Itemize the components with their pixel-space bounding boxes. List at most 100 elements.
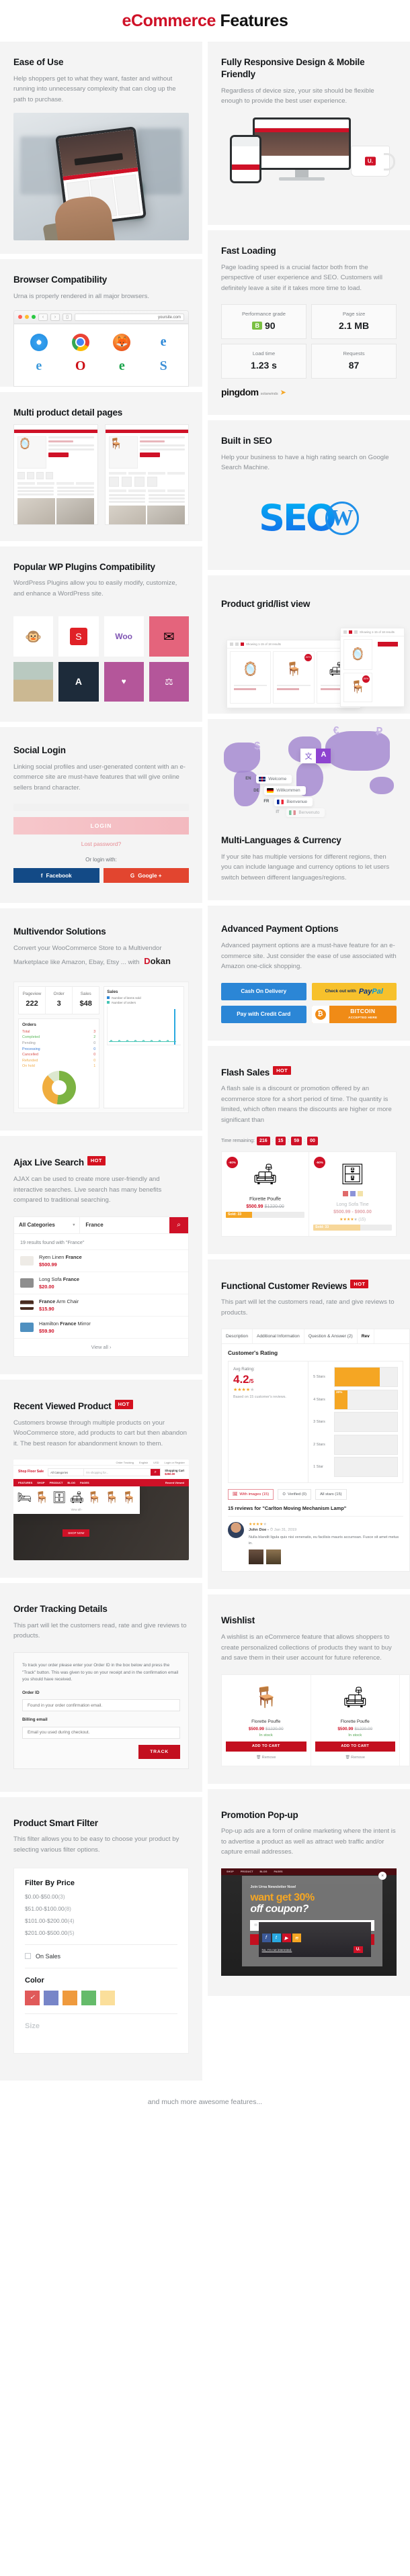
wishlist-items: 🪑 Florette Pouffe $500.99 $1220.00 In sto… bbox=[221, 1674, 410, 1766]
remove-link[interactable]: 🗑 Remove bbox=[315, 1752, 396, 1760]
or-login-label: Or login with: bbox=[85, 857, 117, 863]
twitter-icon[interactable]: t bbox=[272, 1934, 281, 1942]
forward-icon[interactable]: › bbox=[50, 313, 60, 321]
product-image: 🪑 bbox=[253, 1686, 279, 1709]
filter-verified[interactable]: ⊙ Verified (0) bbox=[278, 1489, 312, 1500]
sidebar-icon[interactable]: ▯ bbox=[63, 313, 72, 321]
no-thanks-link[interactable]: No, I'm not interested. bbox=[262, 1948, 292, 1952]
social-login-desc: Linking social profiles and user-generat… bbox=[13, 763, 186, 792]
price-range-option[interactable]: $201.00-$500.00(5) bbox=[25, 1929, 177, 1936]
address-bar[interactable]: yoursite.com bbox=[75, 313, 184, 321]
facebook-icon[interactable]: f bbox=[261, 1934, 271, 1942]
seo-title: Built in SEO bbox=[221, 436, 272, 446]
facebook-login-button[interactable]: f Facebook bbox=[13, 868, 99, 884]
site-search[interactable]: All Categories I'm shopping for... ⌕ bbox=[48, 1468, 161, 1477]
product-page-mockups: 🪞 🪑 bbox=[13, 424, 189, 525]
price-range-option[interactable]: $51.00-$100.00(8) bbox=[25, 1905, 177, 1912]
card-social-login: Social Login Linking social profiles and… bbox=[0, 726, 202, 904]
phone-mockup bbox=[230, 134, 262, 183]
rating-heading: Customer's Rating bbox=[228, 1349, 278, 1357]
color-swatch[interactable] bbox=[44, 1990, 58, 2005]
safari-alt-icon: S bbox=[155, 357, 173, 375]
countdown-timer: Time remaining: 216 : 15 : 59 : 00 bbox=[221, 1136, 397, 1145]
tab-question-answer[interactable]: Question & Answer (2) bbox=[304, 1329, 358, 1344]
rss-icon[interactable]: ≋ bbox=[292, 1934, 301, 1942]
wishlist-desc: A wishlist is an eCommerce feature that … bbox=[221, 1633, 392, 1662]
metric-page-size: Page size 2.1 MB bbox=[311, 304, 397, 340]
tab-description[interactable]: Description bbox=[222, 1329, 253, 1344]
list-item[interactable]: France Arm Chair $15.90 bbox=[14, 1293, 188, 1316]
search-icon[interactable]: ⌕ bbox=[151, 1469, 161, 1476]
translate-icon: 文 bbox=[300, 749, 317, 764]
search-icon[interactable]: ⌕ bbox=[169, 1217, 188, 1233]
list-item[interactable]: Ryen Linen France $500.99 bbox=[14, 1249, 188, 1272]
filter-with-images[interactable]: 🖼 With images (15) bbox=[228, 1489, 274, 1500]
grid-list-mockup: Showing 1-15 of 18 results 🪞 -50%🪑 -50%N… bbox=[221, 627, 410, 714]
card-multi-product: Multi product detail pages 🪞 🪑 bbox=[0, 391, 202, 541]
google-login-button[interactable]: G Google + bbox=[103, 868, 189, 884]
order-id-input[interactable] bbox=[22, 1699, 180, 1712]
color-swatch[interactable] bbox=[25, 1990, 40, 2005]
tab-reviews[interactable]: Rev bbox=[358, 1329, 374, 1344]
rating-distribution: 5 Stars 4 Stars 20% 3 Stars 2 Stars 1 Sta… bbox=[309, 1362, 403, 1482]
reviews-widget: Description Additional Information Quest… bbox=[221, 1329, 410, 1572]
remember-me-field[interactable] bbox=[13, 804, 189, 812]
color-swatch[interactable] bbox=[63, 1990, 77, 2005]
minimize-icon[interactable] bbox=[25, 315, 29, 320]
cart-widget[interactable]: Shopping Cart $250.00 bbox=[165, 1469, 184, 1476]
opera-icon: O bbox=[71, 357, 89, 375]
smart-filter-title: Product Smart Filter bbox=[13, 1817, 98, 1828]
search-input[interactable]: France bbox=[80, 1217, 169, 1233]
view-all-link[interactable]: View all › bbox=[14, 1337, 188, 1356]
edge-icon: e bbox=[155, 333, 173, 351]
fast-loading-title: Fast Loading bbox=[221, 245, 276, 256]
add-to-cart-button[interactable]: ADD TO CART bbox=[315, 1741, 395, 1752]
tab-additional-info[interactable]: Additional Information bbox=[253, 1329, 304, 1344]
product-thumbnail bbox=[20, 1300, 34, 1310]
color-swatch[interactable] bbox=[81, 1990, 96, 2005]
filter-all-stars[interactable]: All stars (15) bbox=[315, 1489, 347, 1500]
responsive-devices-image: U. bbox=[221, 114, 397, 216]
promotion-popup-mockup: SHOP PRODUCT BLOG PAGES × Join Urna News… bbox=[221, 1868, 397, 1976]
promotion-desc: Pop-up ads are a form of online marketin… bbox=[221, 1827, 396, 1856]
login-button[interactable]: LOGIN bbox=[13, 817, 189, 835]
back-icon[interactable]: ‹ bbox=[38, 313, 48, 321]
product-card[interactable]: -50% 🛋 Florette Pouffe $500.99 $1220.00 S… bbox=[222, 1151, 309, 1236]
bitcoin-button[interactable]: ₿ BITCOIN ACCEPTED HERE bbox=[311, 1005, 397, 1023]
product-card[interactable]: -50% 🗄 Long Sofa Tine $500.99 - $900.00 … bbox=[309, 1152, 396, 1236]
remove-link[interactable]: 🗑 Remove bbox=[226, 1752, 306, 1760]
close-icon[interactable] bbox=[18, 315, 22, 320]
features-grid: Ease of Use Help shoppers get to what th… bbox=[0, 42, 410, 2081]
ease-of-use-desc: Help shoppers get to what they want, fas… bbox=[13, 75, 176, 103]
add-to-cart-button[interactable]: ADD TO CART bbox=[226, 1741, 306, 1752]
card-grid-list: Product grid/list view Showing 1-15 of 1… bbox=[208, 575, 410, 714]
price-range-option[interactable]: $0.00-$50.00(3) bbox=[25, 1893, 177, 1900]
recent-viewed-desc: Customers browse through multiple produc… bbox=[13, 1419, 187, 1447]
category-select[interactable]: All Categories ▾ bbox=[14, 1217, 81, 1233]
smart-filter-desc: This filter allows you to be easy to cho… bbox=[13, 1835, 179, 1854]
uk-flag-icon bbox=[259, 776, 266, 781]
on-sales-checkbox[interactable]: On Sales bbox=[25, 1953, 177, 1960]
order-row: Processing 0 bbox=[22, 1047, 96, 1051]
stat-order: Order 3 bbox=[46, 986, 73, 1014]
list-item[interactable]: Long Sofa France $20.00 bbox=[14, 1271, 188, 1294]
maximize-icon[interactable] bbox=[32, 315, 36, 320]
fr-flag-icon bbox=[277, 799, 284, 804]
order-tracking-form: To track your order please enter your Or… bbox=[13, 1652, 189, 1769]
card-flash-sales: Flash Sales HOT A flash sale is a discoun… bbox=[208, 1045, 410, 1254]
pingdom-logo: pingdom solarwinds ➤ bbox=[221, 387, 286, 398]
youtube-icon[interactable]: ▶ bbox=[282, 1934, 291, 1942]
list-item[interactable]: Hamilton France Mirror $59.90 bbox=[14, 1315, 188, 1338]
lost-password-link[interactable]: Lost password? bbox=[13, 841, 189, 847]
price-range-option[interactable]: $101.00-$200.00(4) bbox=[25, 1917, 177, 1924]
paypal-button[interactable]: Check out with PayPal bbox=[311, 982, 397, 1000]
currency-euro-icon: € bbox=[333, 724, 339, 736]
track-button[interactable]: TRACK bbox=[138, 1744, 180, 1759]
color-swatch[interactable] bbox=[100, 1990, 115, 2005]
credit-card-button[interactable]: Pay with Credit Card bbox=[221, 1005, 306, 1023]
review-images bbox=[249, 1549, 403, 1565]
cash-on-delivery-button[interactable]: Cash On Delivery bbox=[221, 982, 306, 1000]
view-all-link[interactable]: View all › bbox=[16, 1505, 137, 1511]
billing-email-input[interactable] bbox=[22, 1726, 180, 1739]
card-ease-of-use: Ease of Use Help shoppers get to what th… bbox=[0, 42, 202, 254]
